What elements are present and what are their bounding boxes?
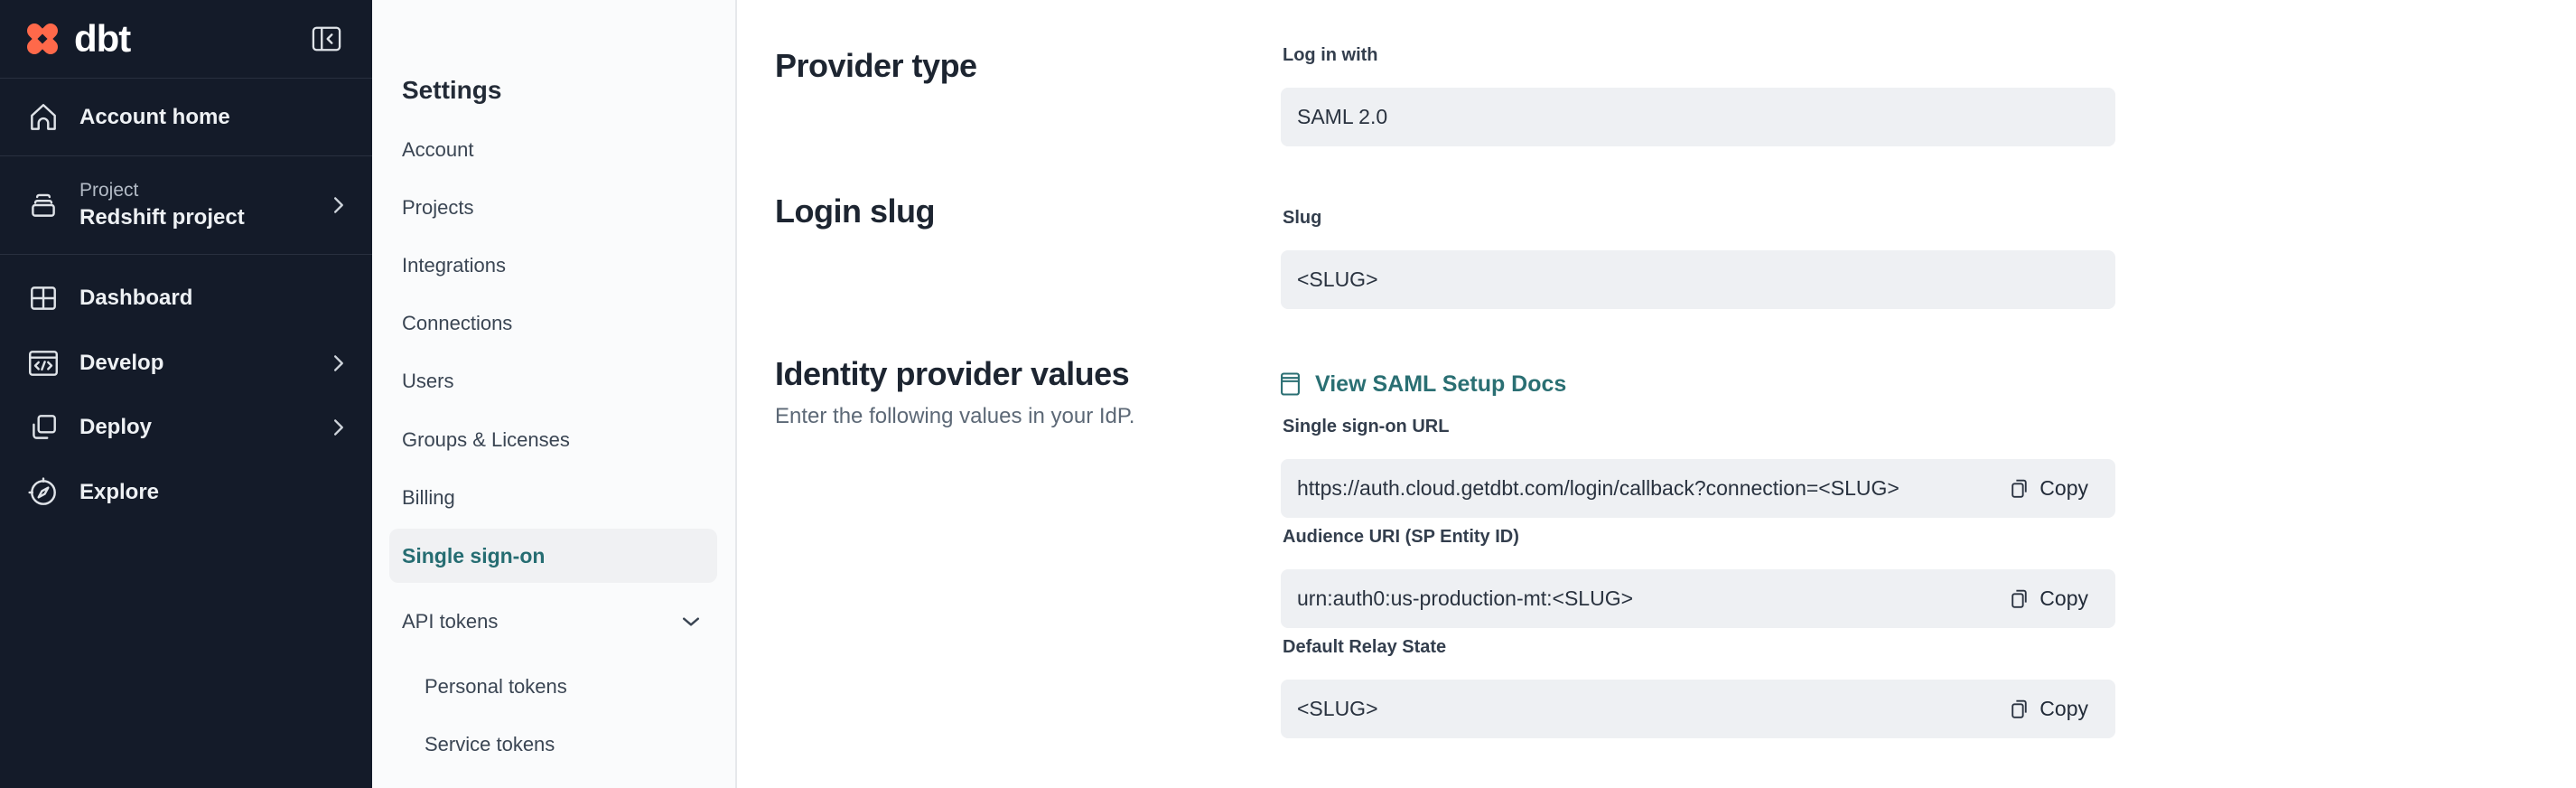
docs-link-label: View SAML Setup Docs (1315, 371, 1566, 398)
sidebar-item-explore[interactable]: Explore (0, 465, 372, 520)
chevron-down-icon (682, 616, 700, 627)
copy-icon (2009, 586, 2030, 611)
sidebar-item-project[interactable]: Project Redshift project (0, 156, 372, 255)
sidebar-item-label: Dashboard (79, 286, 192, 311)
deploy-squares-icon (25, 411, 61, 444)
primary-sidebar: dbt Account home Project Redsh (0, 0, 372, 788)
settings-item-personal-tokens[interactable]: Personal tokens (425, 675, 567, 699)
project-kicker: Project (79, 180, 245, 202)
field-label-default-relay-state: Default Relay State (1283, 637, 1446, 658)
sidebar-item-label: Develop (79, 351, 163, 376)
sidebar-item-deploy[interactable]: Deploy (0, 400, 372, 455)
section-title-provider-type: Provider type (775, 47, 977, 85)
copy-button-label: Copy (2039, 697, 2088, 721)
develop-code-icon (25, 348, 61, 379)
collapse-sidebar-button[interactable] (312, 26, 341, 52)
settings-title: Settings (402, 76, 501, 105)
chevron-right-icon (333, 196, 345, 214)
settings-item-api-tokens[interactable]: API tokens (402, 607, 700, 636)
login-slug-field[interactable]: <SLUG> (1281, 250, 2115, 309)
document-icon (1280, 371, 1301, 398)
copy-audience-uri-button[interactable]: Copy (2009, 586, 2088, 611)
settings-item-service-tokens[interactable]: Service tokens (425, 733, 555, 756)
sso-url-value: https://auth.cloud.getdbt.com/login/call… (1297, 476, 1899, 501)
audience-uri-field[interactable]: urn:auth0:us-production-mt:<SLUG> Copy (1281, 569, 2115, 628)
sidebar-item-dashboard[interactable]: Dashboard (0, 271, 372, 325)
logo-text: dbt (74, 17, 130, 61)
provider-type-field[interactable]: SAML 2.0 (1281, 88, 2115, 146)
sidebar-item-label: Account home (79, 105, 230, 130)
settings-item-connections[interactable]: Connections (402, 312, 512, 335)
field-label-log-in-with: Log in with (1283, 45, 1378, 66)
chevron-right-icon (333, 418, 345, 436)
login-slug-value: <SLUG> (1297, 267, 1378, 292)
settings-sidebar: Settings Account Projects Integrations C… (372, 0, 737, 788)
settings-item-projects[interactable]: Projects (402, 196, 473, 220)
copy-sso-url-button[interactable]: Copy (2009, 476, 2088, 501)
dashboard-grid-icon (25, 282, 61, 314)
active-item-label: Single sign-on (402, 544, 545, 568)
provider-type-value: SAML 2.0 (1297, 105, 1387, 129)
copy-icon (2009, 697, 2030, 721)
idp-values-subtitle: Enter the following values in your IdP. (775, 404, 1134, 429)
api-tokens-label: API tokens (402, 610, 498, 633)
settings-item-billing[interactable]: Billing (402, 486, 455, 510)
settings-item-integrations[interactable]: Integrations (402, 254, 506, 277)
view-saml-setup-docs-link[interactable]: View SAML Setup Docs (1280, 371, 1566, 398)
copy-button-label: Copy (2039, 476, 2088, 501)
default-relay-state-value: <SLUG> (1297, 697, 1378, 721)
home-icon (25, 100, 61, 135)
collapse-panel-icon (312, 26, 341, 52)
settings-item-account[interactable]: Account (402, 138, 474, 162)
copy-relay-state-button[interactable]: Copy (2009, 697, 2088, 721)
section-title-login-slug: Login slug (775, 192, 935, 230)
dbt-logo-icon (22, 18, 63, 60)
sidebar-item-label: Deploy (79, 415, 152, 440)
sidebar-item-develop[interactable]: Develop (0, 336, 372, 390)
sidebar-item-account-home[interactable]: Account home (0, 79, 372, 156)
field-label-slug: Slug (1283, 208, 1321, 229)
sidebar-item-label: Explore (79, 480, 159, 505)
project-labels: Project Redshift project (79, 180, 245, 230)
default-relay-state-field[interactable]: <SLUG> Copy (1281, 680, 2115, 738)
explore-compass-icon (25, 476, 61, 509)
logo-row: dbt (0, 0, 372, 79)
field-label-audience-uri: Audience URI (SP Entity ID) (1283, 527, 1519, 548)
section-title-idp-values: Identity provider values (775, 355, 1129, 393)
field-label-sso-url: Single sign-on URL (1283, 417, 1449, 437)
audience-uri-value: urn:auth0:us-production-mt:<SLUG> (1297, 586, 1633, 611)
chevron-right-icon (333, 354, 345, 372)
settings-item-users[interactable]: Users (402, 370, 453, 393)
sso-url-field[interactable]: https://auth.cloud.getdbt.com/login/call… (1281, 459, 2115, 518)
project-stack-icon (25, 188, 61, 222)
copy-icon (2009, 476, 2030, 501)
copy-button-label: Copy (2039, 586, 2088, 611)
settings-item-single-sign-on[interactable]: Single sign-on (389, 529, 717, 583)
settings-item-groups-licenses[interactable]: Groups & Licenses (402, 428, 570, 452)
project-name: Redshift project (79, 205, 245, 230)
